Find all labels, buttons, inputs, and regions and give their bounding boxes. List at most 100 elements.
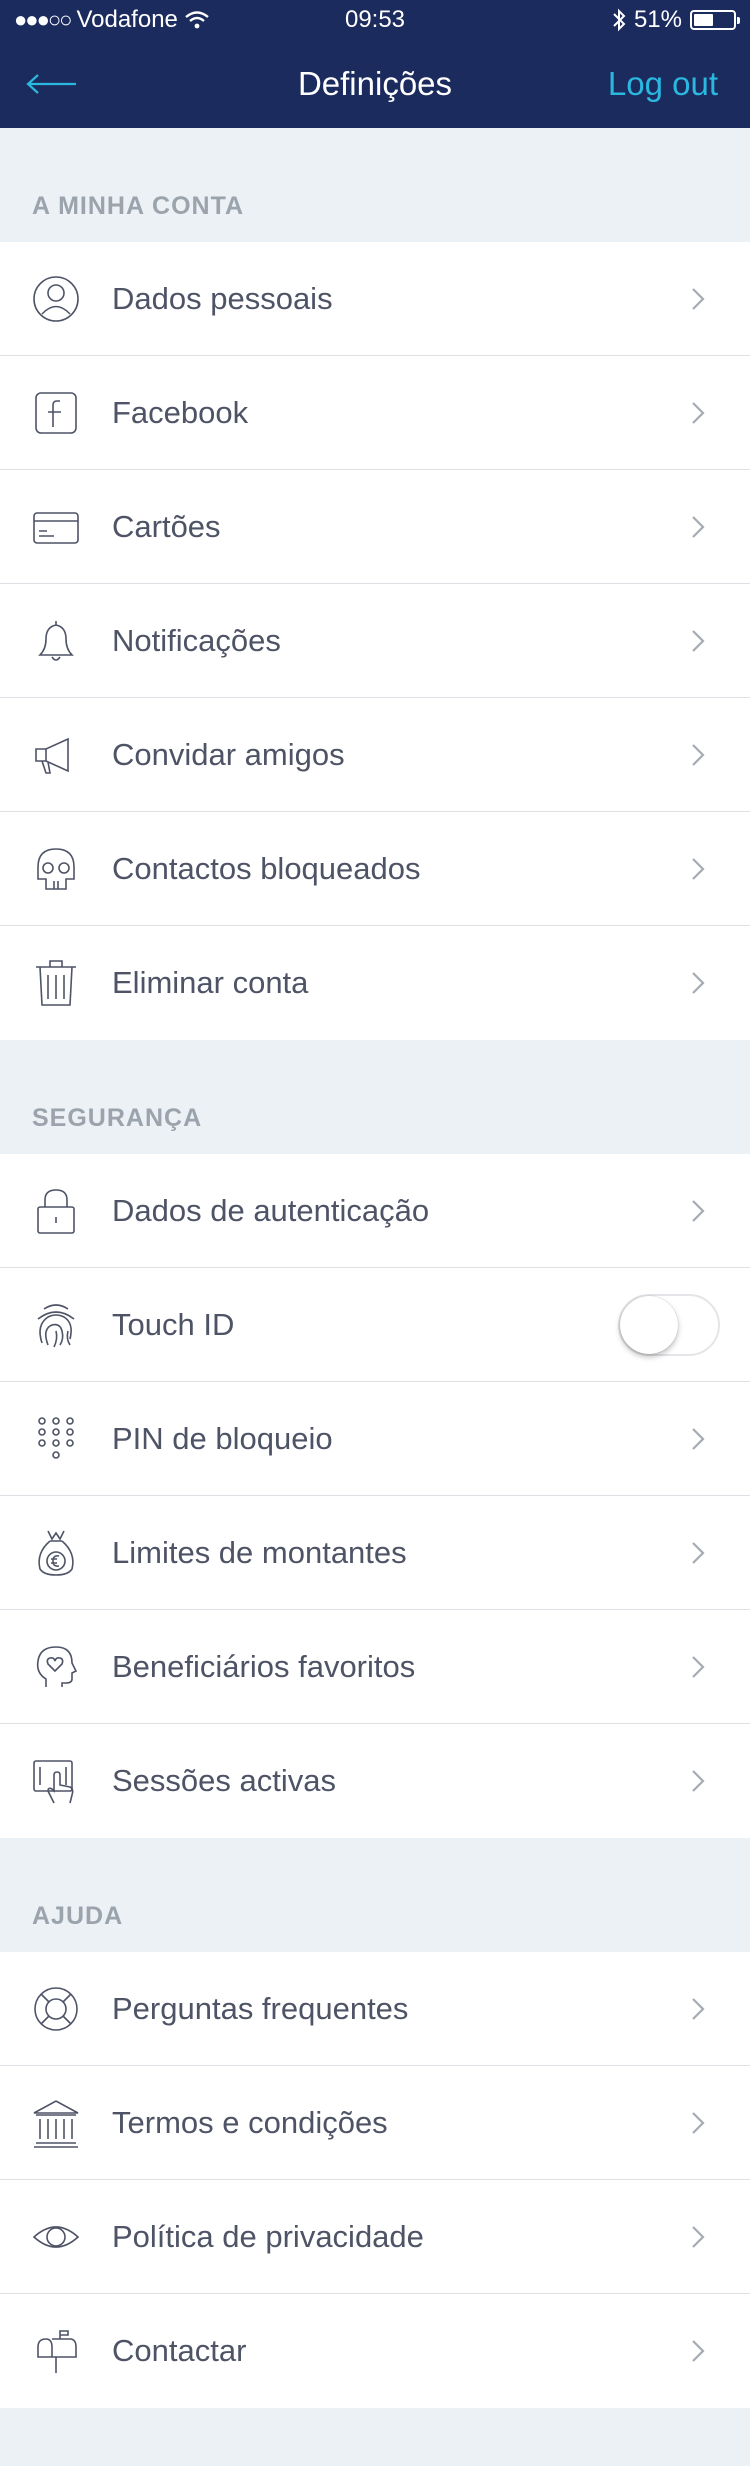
signal-icon: ●●●○○ <box>14 7 72 32</box>
chevron-right-icon <box>692 1199 705 1222</box>
chevron-right-icon <box>692 515 705 538</box>
settings-item-contactar[interactable]: Contactar <box>0 2294 750 2408</box>
chevron <box>668 628 728 654</box>
keypad-icon <box>0 1413 112 1465</box>
chevron-right-icon <box>692 1997 705 2020</box>
bluetooth-icon <box>613 8 626 32</box>
status-bar: ●●●○○ Vodafone 09:53 51% <box>0 0 750 40</box>
settings-item-politica-de-privacidade[interactable]: Política de privacidade <box>0 2180 750 2294</box>
chevron-right-icon <box>692 857 705 880</box>
settings-item-label: Limites de montantes <box>112 1534 407 1570</box>
trash-icon <box>0 957 112 1009</box>
settings-item-dados-pessoais[interactable]: Dados pessoais <box>0 242 750 356</box>
chevron-right-icon <box>692 2225 705 2248</box>
settings-item-label: PIN de bloqueio <box>112 1420 333 1456</box>
chevron <box>668 1198 728 1224</box>
chevron <box>668 1768 728 1794</box>
logout-button[interactable]: Log out <box>608 65 718 103</box>
battery-percent: 51% <box>633 6 682 33</box>
section-header: AJUDA <box>32 1902 124 1930</box>
chevron <box>668 2338 728 2364</box>
settings-item-cartoes[interactable]: Cartões <box>0 470 750 584</box>
top-bar: ●●●○○ Vodafone 09:53 51% Definições Log … <box>0 0 750 128</box>
settings-item-label: Contactos bloqueados <box>112 850 421 886</box>
toggle-knob <box>620 1295 678 1354</box>
chevron <box>668 514 728 540</box>
settings-item-label: Política de privacidade <box>112 2218 424 2254</box>
chevron <box>668 2224 728 2250</box>
section-header: A MINHA CONTA <box>32 192 245 220</box>
chevron-right-icon <box>692 972 705 994</box>
wifi-icon <box>185 11 209 29</box>
settings-item-label: Cartões <box>112 508 221 544</box>
settings-item-limites-de-montantes[interactable]: Limites de montantes <box>0 1496 750 1610</box>
card-icon <box>0 501 112 553</box>
fingerprint-icon <box>0 1299 112 1351</box>
settings-item-label: Sessões activas <box>112 1763 336 1798</box>
settings-item-eliminar-conta[interactable]: Eliminar conta <box>0 926 750 1040</box>
settings-item-label: Notificações <box>112 622 281 658</box>
settings-group: Dados de autenticação Touch ID PIN de bloq… <box>0 1154 750 1838</box>
chevron <box>668 1654 728 1680</box>
chevron-right-icon <box>692 2111 705 2134</box>
settings-group: Dados pessoais Facebook Cartões Notificaçõe… <box>0 242 750 1040</box>
touch-id-toggle[interactable] <box>618 1293 720 1356</box>
chevron-right-icon <box>692 629 705 652</box>
carrier-name: Vodafone <box>76 6 178 33</box>
chevron <box>668 2110 728 2136</box>
settings-item-label: Dados pessoais <box>112 280 333 316</box>
settings-item-touch-id[interactable]: Touch ID <box>0 1268 750 1382</box>
battery-icon <box>690 10 740 30</box>
head-heart-icon <box>0 1641 112 1693</box>
chevron <box>668 856 728 882</box>
facebook-icon <box>0 387 112 439</box>
lifebuoy-icon <box>0 1983 112 2035</box>
chevron <box>668 742 728 768</box>
lock-icon <box>0 1185 112 1237</box>
settings-item-notificacoes[interactable]: Notificações <box>0 584 750 698</box>
settings-item-dados-de-autenticacao[interactable]: Dados de autenticação <box>0 1154 750 1268</box>
skull-icon <box>0 843 112 895</box>
settings-item-label: Dados de autenticação <box>112 1192 430 1228</box>
money-bag-icon <box>0 1527 112 1579</box>
settings-item-label: Facebook <box>112 394 249 430</box>
settings-list: A MINHA CONTA Dados pessoais Facebook Cartõ… <box>0 128 750 2408</box>
chevron <box>668 970 728 996</box>
settings-item-sessoes-activas[interactable]: Sessões activas <box>0 1724 750 1838</box>
eye-icon <box>0 2211 112 2263</box>
chevron-right-icon <box>692 401 705 424</box>
chevron <box>668 1426 728 1452</box>
tablet-touch-icon <box>0 1755 112 1807</box>
megaphone-icon <box>0 729 112 781</box>
settings-group: Perguntas frequentes Termos e condições Po… <box>0 1952 750 2408</box>
settings-item-beneficiarios-favoritos[interactable]: Beneficiários favoritos <box>0 1610 750 1724</box>
chevron <box>668 1996 728 2022</box>
section-header: SEGURANÇA <box>32 1104 203 1132</box>
chevron <box>668 1540 728 1566</box>
settings-item-termos-e-condicoes[interactable]: Termos e condições <box>0 2066 750 2180</box>
chevron <box>668 286 728 312</box>
settings-item-label: Termos e condições <box>112 2104 388 2140</box>
settings-item-pin-de-bloqueio[interactable]: PIN de bloqueio <box>0 1382 750 1496</box>
chevron-right-icon <box>692 1655 705 1678</box>
chevron-right-icon <box>692 287 705 310</box>
user-icon <box>0 273 112 325</box>
navigation-bar: Definições Log out <box>0 40 750 128</box>
bank-icon <box>0 2097 112 2149</box>
settings-item-label: Convidar amigos <box>112 736 345 772</box>
settings-item-convidar-amigos[interactable]: Convidar amigos <box>0 698 750 812</box>
settings-item-label: Contactar <box>112 2333 247 2368</box>
chevron-right-icon <box>692 2340 705 2362</box>
chevron-right-icon <box>692 1770 705 1792</box>
settings-item-label: Perguntas frequentes <box>112 1990 409 2026</box>
chevron-right-icon <box>692 743 705 766</box>
mailbox-icon <box>0 2325 112 2377</box>
settings-item-label: Beneficiários favoritos <box>112 1648 416 1684</box>
settings-item-contactos-bloqueados[interactable]: Contactos bloqueados <box>0 812 750 926</box>
settings-item-facebook[interactable]: Facebook <box>0 356 750 470</box>
chevron-right-icon <box>692 1427 705 1450</box>
chevron-right-icon <box>692 1541 705 1564</box>
bell-icon <box>0 615 112 667</box>
settings-item-perguntas-frequentes[interactable]: Perguntas frequentes <box>0 1952 750 2066</box>
settings-item-label: Eliminar conta <box>112 965 309 1000</box>
